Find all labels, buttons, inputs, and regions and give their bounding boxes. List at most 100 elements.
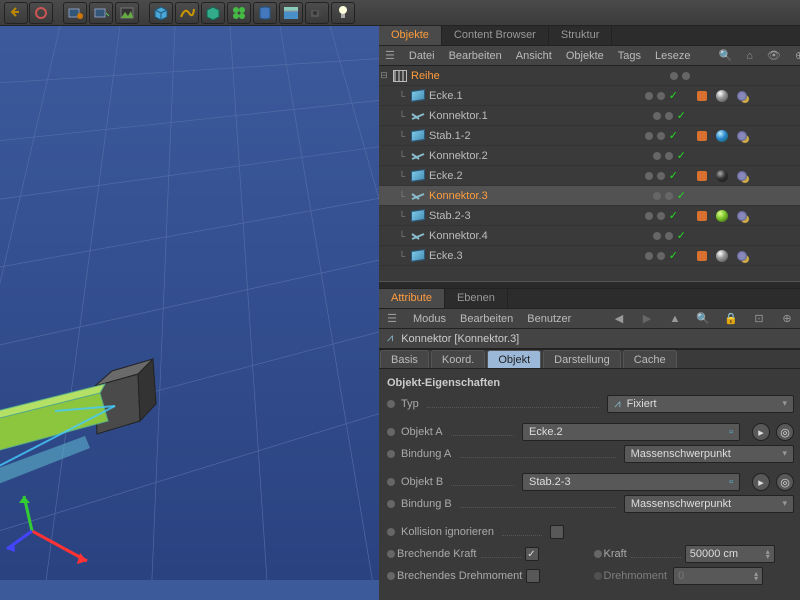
- visibility-dot[interactable]: [645, 252, 653, 260]
- menu-bearbeiten2[interactable]: Bearbeiten: [460, 313, 513, 325]
- enable-check[interactable]: ✓: [677, 189, 686, 202]
- tool-nurbs[interactable]: [201, 2, 225, 24]
- tool-redo[interactable]: [29, 2, 53, 24]
- subtab-objekt[interactable]: Objekt: [487, 350, 541, 368]
- tool-spline[interactable]: [175, 2, 199, 24]
- kraft-input[interactable]: 50000 cm▴▾: [685, 545, 775, 563]
- nav-up-icon[interactable]: ▲: [668, 312, 682, 326]
- plus-icon[interactable]: ⊕: [795, 49, 800, 63]
- lock-icon[interactable]: 🔒: [724, 312, 738, 326]
- tree-row[interactable]: └Ecke.2✓: [379, 166, 800, 186]
- hamburger-icon[interactable]: ☰: [385, 49, 395, 63]
- tool-render-active[interactable]: [89, 2, 113, 24]
- tree-row[interactable]: └Ecke.1✓: [379, 86, 800, 106]
- target-button-a[interactable]: ▸: [752, 423, 770, 441]
- enable-check[interactable]: ✓: [669, 209, 678, 222]
- search-icon[interactable]: 🔍: [719, 49, 733, 63]
- render-dot[interactable]: [657, 92, 665, 100]
- horizontal-splitter[interactable]: [379, 281, 800, 289]
- tool-environment[interactable]: [279, 2, 303, 24]
- enable-check[interactable]: ✓: [669, 129, 678, 142]
- tool-render-settings[interactable]: [63, 2, 87, 24]
- tree-item-label[interactable]: Konnektor.1: [429, 110, 488, 122]
- tab-struktur[interactable]: Struktur: [549, 26, 613, 45]
- enable-check[interactable]: ✓: [677, 229, 686, 242]
- tree-row[interactable]: └Konnektor.4✓: [379, 226, 800, 246]
- tree-item-label[interactable]: Ecke.1: [429, 90, 463, 102]
- menu-leseze[interactable]: Leseze: [655, 50, 690, 62]
- tab-objects[interactable]: Objekte: [379, 26, 442, 45]
- enable-check[interactable]: ✓: [669, 249, 678, 262]
- object-tree[interactable]: ⊟ Reihe └Ecke.1✓└Konnektor.1✓└Stab.1-2✓└…: [379, 66, 800, 281]
- render-dot[interactable]: [665, 112, 673, 120]
- enable-check[interactable]: ✓: [677, 149, 686, 162]
- new-window-icon[interactable]: ⊡: [752, 312, 766, 326]
- tab-content-browser[interactable]: Content Browser: [442, 26, 549, 45]
- picker-button-b[interactable]: ◎: [776, 473, 794, 491]
- kollision-checkbox[interactable]: [550, 525, 564, 539]
- tree-item-label[interactable]: Ecke.3: [429, 250, 463, 262]
- visibility-dot[interactable]: [653, 232, 661, 240]
- tool-render-picture[interactable]: [115, 2, 139, 24]
- tree-root-label[interactable]: Reihe: [411, 70, 440, 82]
- enable-check[interactable]: ✓: [677, 109, 686, 122]
- tree-row[interactable]: └Stab.1-2✓: [379, 126, 800, 146]
- search-icon[interactable]: 🔍: [696, 312, 710, 326]
- expand-icon[interactable]: ⊟: [379, 70, 389, 81]
- plus2-icon[interactable]: ⊕: [780, 312, 794, 326]
- render-dot[interactable]: [665, 192, 673, 200]
- render-dot[interactable]: [657, 212, 665, 220]
- tab-ebenen[interactable]: Ebenen: [445, 289, 508, 308]
- menu-ansicht[interactable]: Ansicht: [516, 50, 552, 62]
- tool-camera[interactable]: [305, 2, 329, 24]
- visibility-dot[interactable]: [645, 212, 653, 220]
- objekta-field[interactable]: Ecke.2▫: [522, 423, 740, 441]
- menu-bearbeiten[interactable]: Bearbeiten: [449, 50, 502, 62]
- tree-item-label[interactable]: Konnektor.2: [429, 150, 488, 162]
- tree-root-row[interactable]: ⊟ Reihe: [379, 66, 800, 86]
- tree-item-label[interactable]: Stab.2-3: [429, 210, 471, 222]
- target-button-b[interactable]: ▸: [752, 473, 770, 491]
- tree-row[interactable]: └Konnektor.3✓: [379, 186, 800, 206]
- tool-deformer[interactable]: [253, 2, 277, 24]
- nav-fwd-icon[interactable]: ▶: [640, 312, 654, 326]
- visibility-dot[interactable]: [653, 192, 661, 200]
- eye-icon[interactable]: 👁: [767, 49, 781, 63]
- menu-tags[interactable]: Tags: [618, 50, 641, 62]
- render-dot[interactable]: [657, 132, 665, 140]
- enable-check[interactable]: ✓: [669, 89, 678, 102]
- tree-item-label[interactable]: Ecke.2: [429, 170, 463, 182]
- objektb-field[interactable]: Stab.2-3▫: [522, 473, 740, 491]
- render-dot[interactable]: [665, 152, 673, 160]
- menu-objekte[interactable]: Objekte: [566, 50, 604, 62]
- render-dot[interactable]: [665, 232, 673, 240]
- tree-row[interactable]: └Ecke.3✓: [379, 246, 800, 266]
- tree-item-label[interactable]: Stab.1-2: [429, 130, 471, 142]
- menu-datei[interactable]: Datei: [409, 50, 435, 62]
- subtab-cache[interactable]: Cache: [623, 350, 677, 368]
- tree-row[interactable]: └Konnektor.1✓: [379, 106, 800, 126]
- subtab-koord[interactable]: Koord.: [431, 350, 485, 368]
- picker-button-a[interactable]: ◎: [776, 423, 794, 441]
- tree-row[interactable]: └Konnektor.2✓: [379, 146, 800, 166]
- tool-cube[interactable]: [149, 2, 173, 24]
- subtab-basis[interactable]: Basis: [380, 350, 429, 368]
- viewport[interactable]: ✦ ✥ ⤢ ⟳ ⊞: [0, 26, 379, 600]
- tree-item-label[interactable]: Konnektor.3: [429, 190, 488, 202]
- visibility-dot[interactable]: [645, 132, 653, 140]
- render-dot[interactable]: [657, 172, 665, 180]
- visibility-dot[interactable]: [653, 152, 661, 160]
- tool-array[interactable]: [227, 2, 251, 24]
- menu-modus[interactable]: Modus: [413, 313, 446, 325]
- subtab-darstellung[interactable]: Darstellung: [543, 350, 621, 368]
- brechendekraft-checkbox[interactable]: ✓: [525, 547, 539, 561]
- tab-attribute[interactable]: Attribute: [379, 289, 445, 308]
- visibility-dot[interactable]: [645, 92, 653, 100]
- hamburger-icon[interactable]: ☰: [385, 312, 399, 326]
- visibility-dot[interactable]: [653, 112, 661, 120]
- brechendesdrehmoment-checkbox[interactable]: [526, 569, 540, 583]
- tool-light[interactable]: [331, 2, 355, 24]
- menu-benutzer[interactable]: Benutzer: [527, 313, 571, 325]
- bindunga-combo[interactable]: Massenschwerpunkt: [624, 445, 794, 463]
- enable-check[interactable]: ✓: [669, 169, 678, 182]
